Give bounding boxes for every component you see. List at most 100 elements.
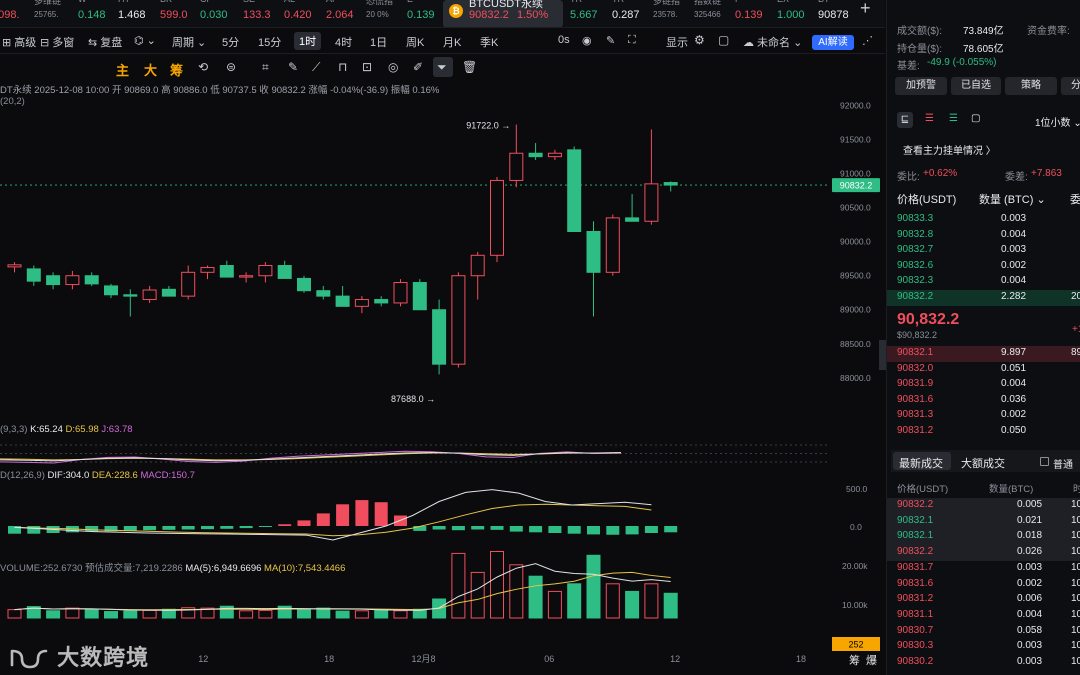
panel-collapse-handle[interactable] bbox=[879, 340, 886, 370]
volume-bar bbox=[316, 607, 331, 619]
candle-body bbox=[432, 309, 447, 365]
ticker-sub: 23578. bbox=[653, 10, 678, 19]
liquidation-button[interactable]: 爆 bbox=[866, 652, 877, 668]
pencil-icon[interactable]: ✎ bbox=[288, 60, 298, 74]
ob-head-qty[interactable]: 数量 (BTC) ⌄ bbox=[979, 191, 1046, 207]
volume-bar bbox=[528, 575, 543, 619]
ticker-value: 0.287 bbox=[612, 9, 640, 21]
camera-icon[interactable]: ◉ bbox=[582, 34, 592, 47]
ob-qty: 2.282 bbox=[1001, 291, 1027, 302]
toolbar-item[interactable]: ☁ 未命名 ⌄ bbox=[743, 34, 802, 50]
orderbook-mode-both[interactable]: ⊑ bbox=[897, 112, 913, 128]
main-indicator-toggle[interactable]: 主 bbox=[116, 60, 129, 79]
chips-button[interactable]: 筹 bbox=[849, 652, 860, 668]
ticker-title: 多链指 bbox=[653, 0, 681, 6]
ticker-title: BT bbox=[818, 0, 830, 4]
last-price: 90,832.2 bbox=[897, 311, 960, 328]
trade-row: 90831.7 0.003 10 bbox=[887, 561, 1080, 577]
turnover-label: 成交额($): bbox=[897, 26, 942, 37]
toolbar-item[interactable]: 5分 bbox=[222, 34, 239, 50]
normal-label: 普通 bbox=[1053, 460, 1073, 471]
trash-icon[interactable]: 🗑 bbox=[462, 60, 477, 74]
orderbook-mode-asks[interactable]: ☰ bbox=[925, 113, 934, 124]
orderbook-row[interactable]: 90831.2 0.050 bbox=[887, 424, 1080, 440]
toolbar-item[interactable]: 周期 ⌄ bbox=[172, 34, 206, 50]
tab-large-trades[interactable]: 大额成交 bbox=[961, 455, 1005, 471]
orderbook-row[interactable]: 90831.9 0.004 bbox=[887, 377, 1080, 393]
toolbar-item[interactable]: 季K bbox=[480, 34, 498, 50]
macd-bar bbox=[432, 526, 446, 530]
active-ticker-tab[interactable]: ₿ BTCUSDT永续 90832.2 1.50% bbox=[443, 0, 563, 27]
toolbar-item[interactable]: 月K bbox=[443, 34, 461, 50]
toolbar-item[interactable]: 显示 bbox=[666, 34, 688, 50]
trade-row: 90830.2 0.003 10 bbox=[887, 655, 1080, 671]
orderbook-row[interactable]: 90831.3 0.002 bbox=[887, 408, 1080, 424]
volume-axis-label: 10.00k bbox=[842, 600, 868, 610]
lock-icon[interactable]: ⊡ bbox=[362, 60, 372, 74]
volume-bar bbox=[7, 609, 22, 619]
x-axis-label: 12 bbox=[670, 654, 680, 664]
refresh-icon[interactable]: ⟲ bbox=[198, 60, 208, 74]
edit-icon[interactable]: ✎ bbox=[606, 34, 615, 47]
candle-body bbox=[104, 285, 118, 296]
toolbar-item[interactable]: ⊞ 高级 bbox=[2, 34, 36, 50]
orderbook-row[interactable]: 90832.7 0.003 bbox=[887, 243, 1080, 259]
share-button[interactable]: 分享 bbox=[1061, 77, 1080, 95]
share-icon[interactable]: ⋰ bbox=[862, 34, 873, 47]
orderbook-row[interactable]: 90832.2 2.282 20 bbox=[887, 290, 1080, 306]
favorited-button[interactable]: 已自选 bbox=[951, 77, 1001, 95]
toolbar-item[interactable]: ⌬ ⌄ bbox=[134, 34, 156, 47]
toolbar-item[interactable]: ⇆ 复盘 bbox=[88, 34, 122, 50]
interval-1h[interactable]: 1时 bbox=[294, 32, 322, 50]
main-force-link[interactable]: 查看主力挂单情况 〉 bbox=[903, 142, 996, 157]
candle-body bbox=[354, 299, 369, 307]
orderbook-row[interactable]: 90832.8 0.004 bbox=[887, 228, 1080, 244]
strategy-button[interactable]: 策略 bbox=[1005, 77, 1057, 95]
fullscreen-icon[interactable]: ⛶ bbox=[628, 34, 636, 47]
toolbar-item[interactable]: 15分 bbox=[258, 34, 281, 50]
toolbar-item[interactable]: 周K bbox=[406, 34, 424, 50]
filter-icon[interactable]: ⏷ bbox=[437, 60, 447, 75]
compare-icon[interactable]: ⊜ bbox=[226, 60, 236, 74]
brush-icon[interactable]: ✐ bbox=[413, 60, 423, 74]
toolbar-item[interactable]: 1日 bbox=[370, 34, 387, 50]
orderbook-row[interactable]: 90832.1 9.897 89 bbox=[887, 346, 1080, 362]
layout-icon[interactable]: ▢ bbox=[718, 33, 729, 47]
orderbook-row[interactable]: 90832.3 0.004 bbox=[887, 274, 1080, 290]
ob-price: 90832.3 bbox=[897, 275, 934, 287]
toolbar-item[interactable]: ⊟ 多窗 bbox=[40, 34, 74, 50]
orderbook-mode-bids[interactable]: ☰ bbox=[949, 113, 958, 124]
trade-qty: 0.005 bbox=[1017, 499, 1043, 510]
magnet-icon[interactable]: ⊓ bbox=[338, 60, 347, 74]
candle-body bbox=[161, 288, 176, 297]
candle-body bbox=[567, 149, 582, 232]
orderbook-row[interactable]: 90833.3 0.003 bbox=[887, 212, 1080, 228]
low-price-label: 87688.0 → bbox=[391, 394, 435, 404]
orderbook-row[interactable]: 90831.6 0.036 bbox=[887, 393, 1080, 409]
large-order-toggle[interactable]: 大 bbox=[144, 60, 157, 79]
orderbook-row[interactable]: 90832.6 0.002 bbox=[887, 259, 1080, 275]
candle-body bbox=[470, 254, 485, 277]
macd-bar bbox=[297, 520, 311, 526]
eye-icon[interactable]: ◎ bbox=[388, 60, 398, 74]
trading-app: ₿ BTCUSDT永续 90832.2 1.50% + LT 3098. 多维链 25… bbox=[0, 0, 1080, 675]
orderbook-row[interactable]: 90832.0 0.051 bbox=[887, 362, 1080, 378]
crop-icon[interactable]: ⌗ bbox=[262, 60, 269, 75]
ai-analysis-button[interactable]: AI解读 bbox=[812, 35, 854, 50]
normal-checkbox[interactable] bbox=[1040, 457, 1049, 466]
settings-icon[interactable]: ⚙ bbox=[694, 33, 705, 47]
add-alert-button[interactable]: 加预警 bbox=[895, 77, 947, 95]
trade-row: 90830.3 0.003 10 bbox=[887, 639, 1080, 655]
candlestick-chart[interactable]: 92000.0 91500.0 91000.0 90500.0 90000.0 89500… bbox=[0, 80, 885, 675]
x-axis-label: 18 bbox=[324, 654, 334, 664]
chips-toggle[interactable]: 筹 bbox=[170, 60, 183, 79]
ticker-value: 0.148 bbox=[78, 9, 106, 21]
ticker-title: AP bbox=[326, 0, 338, 4]
orderbook-mode-trades[interactable]: ▢ bbox=[971, 113, 980, 124]
toolbar-item[interactable]: 0s bbox=[558, 34, 570, 46]
decimal-select[interactable]: 1位小数 ⌄ bbox=[1035, 114, 1080, 129]
ruler-icon[interactable]: ⟋ bbox=[312, 60, 320, 75]
add-tab-icon[interactable]: + bbox=[860, 0, 871, 19]
toolbar-item[interactable]: 4时 bbox=[335, 34, 352, 50]
ob-price: 90832.6 bbox=[897, 259, 934, 271]
